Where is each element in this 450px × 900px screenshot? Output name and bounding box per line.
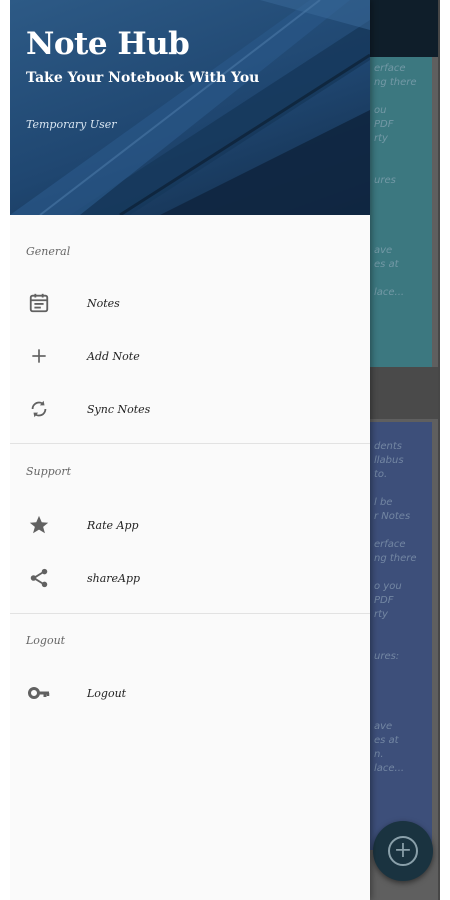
background-card-text: erface ng there ou PDF rty ures ave es a… <box>374 63 417 298</box>
menu-item-rate-app[interactable]: Rate App <box>10 500 370 550</box>
divider <box>10 613 370 614</box>
menu-item-label: shareApp <box>87 571 141 585</box>
add-note-fab[interactable]: + <box>373 821 433 881</box>
background-card-footer: ••• <box>360 367 440 419</box>
plus-icon <box>27 344 51 368</box>
divider <box>10 443 370 444</box>
app-tagline: Take Your Notebook With You <box>26 70 260 86</box>
background-card-text: dents llabus to. l be r Notes erface ng … <box>374 441 417 774</box>
user-name[interactable]: Temporary User <box>26 118 117 131</box>
sync-icon <box>27 397 51 421</box>
section-label-support: Support <box>26 465 72 478</box>
key-icon <box>27 681 51 705</box>
section-label-general: General <box>26 245 71 258</box>
menu-item-label: Logout <box>87 686 127 700</box>
menu-item-sync-notes[interactable]: Sync Notes <box>10 384 370 434</box>
calendar-note-icon <box>27 291 51 315</box>
star-icon <box>27 513 51 537</box>
menu-item-label: Add Note <box>87 349 140 363</box>
menu-item-label: Rate App <box>87 518 139 532</box>
plus-circle-icon: + <box>388 836 418 866</box>
section-label-logout: Logout <box>26 634 66 647</box>
menu-item-add-note[interactable]: Add Note <box>10 331 370 381</box>
menu-item-share-app[interactable]: shareApp <box>10 553 370 603</box>
navigation-drawer: Note Hub Take Your Notebook With You Tem… <box>10 0 370 900</box>
screen: erface ng there ou PDF rty ures ave es a… <box>10 0 440 900</box>
menu-item-label: Sync Notes <box>87 402 151 416</box>
menu-item-label: Notes <box>87 296 120 310</box>
background-edge <box>438 0 440 900</box>
share-icon <box>27 566 51 590</box>
drawer-header: Note Hub Take Your Notebook With You Tem… <box>10 0 370 215</box>
menu-item-logout[interactable]: Logout <box>10 668 370 718</box>
menu-item-notes[interactable]: Notes <box>10 278 370 328</box>
app-title: Note Hub <box>26 26 190 62</box>
